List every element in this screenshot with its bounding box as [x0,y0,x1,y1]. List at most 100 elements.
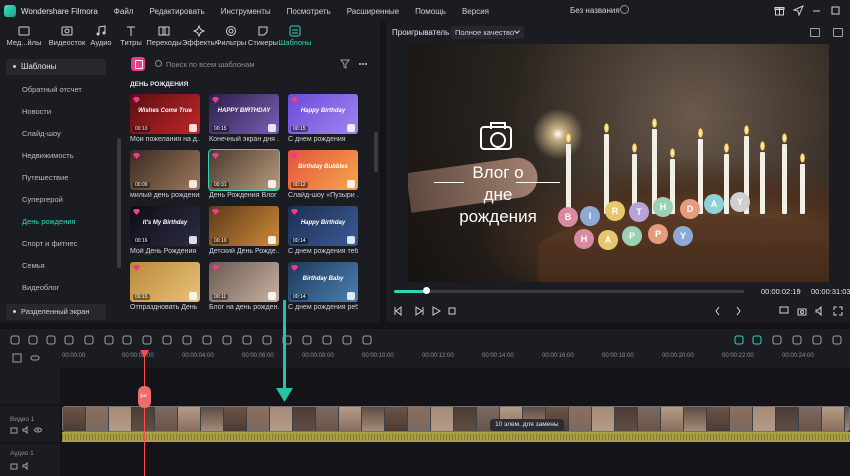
add-icon[interactable] [189,180,197,188]
add-icon[interactable] [347,180,355,188]
template-card[interactable]: 00:15 Отпраздновать День ... [130,262,200,311]
add-icon[interactable] [189,236,197,244]
progress-slider[interactable] [394,287,744,294]
mask-icon[interactable] [262,335,272,345]
play-frame-icon[interactable] [414,306,424,316]
menu-advanced[interactable]: Расширенные [347,7,399,16]
template-card[interactable]: Wishes Come True 00:10 Мои пожелания на д.… [130,94,200,143]
template-thumbnail[interactable]: HAPPY BIRTHDAY 00:15 [209,94,279,134]
category-header[interactable]: Шаблоны [6,59,106,75]
scrollbar-thumb[interactable] [117,138,121,268]
stop-icon[interactable] [447,306,457,316]
maximize-icon[interactable] [830,5,841,16]
template-thumbnail[interactable]: Happy Birthday 00:14 [288,206,358,246]
add-icon[interactable] [268,124,276,132]
template-card[interactable]: Happy Birthday 00:15 С днем рождения [288,94,358,143]
add-icon[interactable] [268,236,276,244]
play-icon[interactable] [431,306,441,316]
sidebar-item-birthday[interactable]: День рождения [22,217,76,226]
sidebar-item-real-estate[interactable]: Недвижимость [22,151,74,160]
template-thumbnail[interactable]: 00:09 [130,150,200,190]
mute-icon[interactable] [22,426,30,434]
layout-icon[interactable] [10,335,20,345]
add-icon[interactable] [347,292,355,300]
group-icon[interactable] [362,335,372,345]
menu-help[interactable]: Помощь [415,7,446,16]
template-thumbnail[interactable]: 00:19 [209,206,279,246]
template-thumbnail[interactable]: 00:15 [130,262,200,302]
transform-icon[interactable] [162,335,172,345]
template-thumbnail[interactable]: 00:11 [209,262,279,302]
template-thumbnail[interactable]: Wishes Come True 00:10 [130,94,200,134]
add-icon[interactable] [189,124,197,132]
ai-icon[interactable] [302,335,312,345]
timeline-ruler[interactable]: 00:00:00 00:00:02:00 00:00:04:00 00:00:06:0… [0,350,850,368]
tab-media[interactable]: Мед...йлы [2,22,46,52]
minimize-icon[interactable] [811,5,822,16]
camera-snapshot-icon[interactable] [797,306,807,316]
gift-icon[interactable] [774,5,785,16]
render-icon[interactable] [812,335,822,345]
motion-icon[interactable] [322,335,332,345]
eye-icon[interactable] [34,426,42,434]
sidebar-item-sport[interactable]: Спорт и фитнес [22,239,77,248]
video-preview[interactable]: BIRTHDAYHAPPY Влог о дне рождения [408,44,829,282]
redo-icon[interactable] [64,335,74,345]
template-card[interactable]: HAPPY BIRTHDAY 00:15 Конечный экран дня ..… [209,94,279,143]
link-icon[interactable] [30,353,40,363]
fullscreen-icon[interactable] [833,306,843,316]
shield-icon[interactable] [832,335,842,345]
text-tool-icon[interactable] [142,335,152,345]
template-thumbnail[interactable]: Happy Birthday 00:15 [288,94,358,134]
mic-icon[interactable] [792,335,802,345]
display-icon[interactable] [779,306,789,316]
menu-file[interactable]: Файл [114,7,134,16]
sidebar-item-countdown[interactable]: Обратный отсчет [22,85,82,94]
template-card[interactable]: 00:19 Детский День Рожде... [209,206,279,255]
auto-ripple-icon[interactable] [734,335,744,345]
template-card[interactable]: 00:11 Блог на день рожден... [209,262,279,311]
image-icon[interactable] [833,28,843,37]
split-scissors-button[interactable] [138,386,151,408]
quality-select[interactable]: Полное качество [450,26,524,39]
volume-icon[interactable] [815,306,825,316]
undo-icon[interactable] [46,335,56,345]
template-thumbnail[interactable]: It's My Birthday 00:16 [130,206,200,246]
speed-icon[interactable] [202,335,212,345]
progress-knob[interactable] [422,287,430,294]
sidebar-item-superhero[interactable]: Супергерой [22,195,63,204]
template-card[interactable]: 00:31 День Рождения Влог [208,149,280,199]
snapshot-icon[interactable] [810,28,820,37]
add-icon[interactable] [347,236,355,244]
template-card[interactable]: Birthday Bubbles 00:12 Слайд-шоу «Пузыри .… [288,150,358,199]
add-icon[interactable] [268,180,276,188]
template-scrollbar[interactable] [374,132,378,172]
template-thumbnail[interactable]: 00:31 [208,149,280,191]
menu-tools[interactable]: Инструменты [221,7,271,16]
step-back-icon[interactable] [394,306,404,316]
pointer-icon[interactable] [28,335,38,345]
sidebar-item-travel[interactable]: Путешествие [22,173,68,182]
add-track-icon[interactable] [12,353,22,363]
tab-templates[interactable]: Шаблоны [273,22,317,52]
menu-edit[interactable]: Редактировать [149,7,204,16]
menu-version[interactable]: Версия [462,7,489,16]
add-icon[interactable] [347,124,355,132]
template-card[interactable]: 00:09 милый день рождения [130,150,200,199]
audio-clip[interactable] [62,432,850,442]
search-input[interactable] [166,58,346,70]
snap-icon[interactable] [752,335,762,345]
folder-icon[interactable] [10,462,18,470]
template-card[interactable]: It's My Birthday 00:16 Мой День Рождения [130,206,200,255]
color-icon[interactable] [222,335,232,345]
marker-icon[interactable] [772,335,782,345]
filter-funnel-icon[interactable] [340,59,350,69]
folder-icon[interactable] [10,426,18,434]
sidebar-item-news[interactable]: Новости [22,107,51,116]
add-icon[interactable] [189,292,197,300]
cut-icon[interactable] [104,335,114,345]
delete-icon[interactable] [84,335,94,345]
sidebar-item-slideshow[interactable]: Слайд-шоу [22,129,61,138]
more-options-icon[interactable] [358,59,368,69]
send-icon[interactable] [793,5,804,16]
